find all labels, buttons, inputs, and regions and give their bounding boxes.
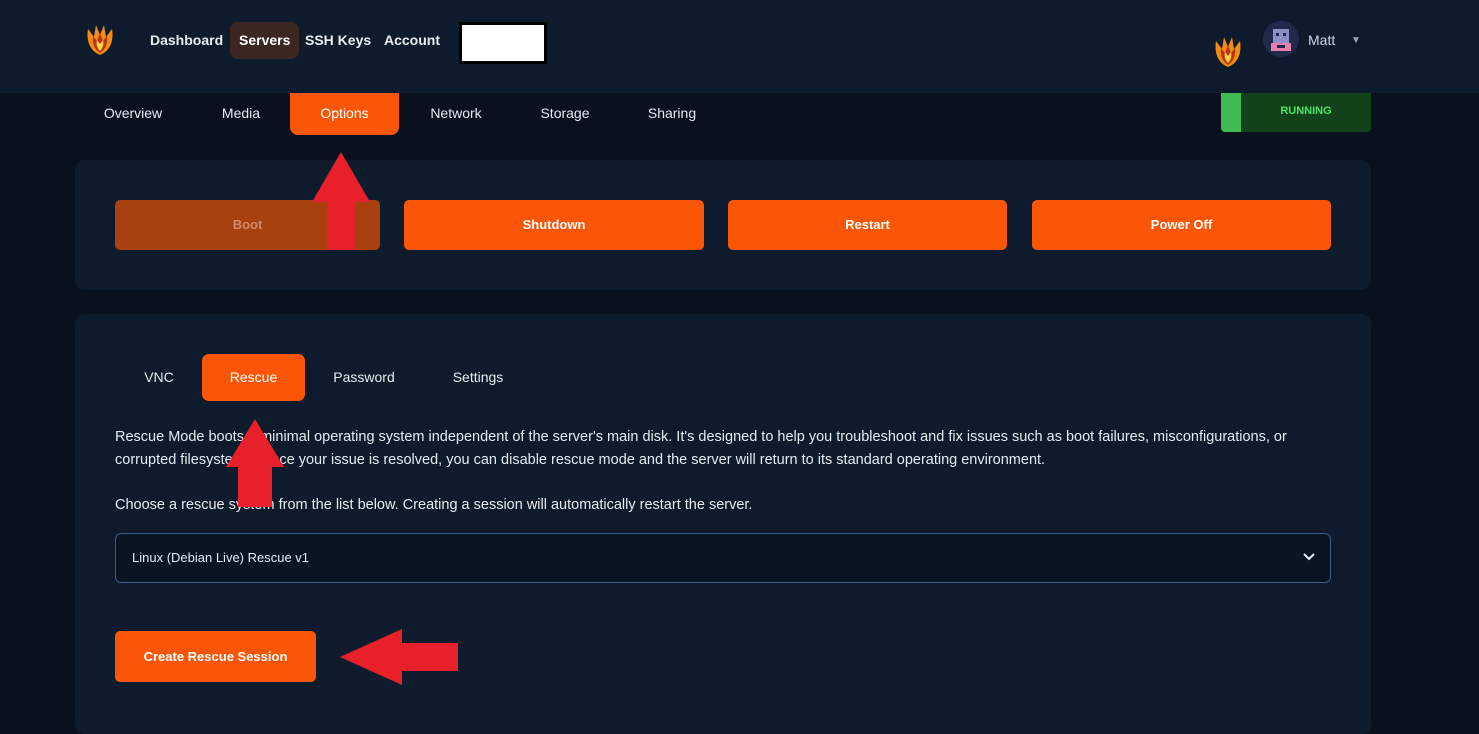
restart-button[interactable]: Restart (728, 200, 1007, 250)
nav-account[interactable]: Account (375, 22, 449, 59)
shutdown-button[interactable]: Shutdown (404, 200, 704, 250)
tab-media[interactable]: Media (210, 93, 272, 135)
user-name[interactable]: Matt (1308, 32, 1335, 48)
subtab-rescue[interactable]: Rescue (202, 354, 305, 401)
rescue-choose-text: Choose a rescue system from the list bel… (115, 497, 753, 513)
server-status-badge: RUNNING (1221, 93, 1371, 132)
chevron-down-icon (1303, 553, 1315, 561)
rescue-system-select[interactable]: Linux (Debian Live) Rescue v1 (115, 533, 1331, 583)
rescue-description-line-2: corrupted filesystems. Once your issue i… (115, 452, 1046, 468)
rescue-description-line-1: Rescue Mode boots a minimal operating sy… (115, 429, 1287, 445)
subtab-vnc[interactable]: VNC (128, 354, 190, 401)
tab-overview[interactable]: Overview (92, 93, 174, 135)
tab-options[interactable]: Options (290, 93, 399, 135)
pixel-avatar-icon (1263, 21, 1299, 57)
annotation-arrow-left-icon (340, 629, 458, 685)
subtab-settings[interactable]: Settings (440, 354, 516, 401)
nav-dashboard[interactable]: Dashboard (141, 22, 232, 59)
user-avatar[interactable] (1263, 21, 1299, 57)
tab-storage[interactable]: Storage (530, 93, 600, 135)
subtab-password[interactable]: Password (322, 354, 406, 401)
redacted-box (459, 22, 547, 64)
brand-logo-icon[interactable] (84, 21, 116, 57)
annotation-arrow-up-icon (226, 419, 284, 507)
nav-ssh-keys[interactable]: SSH Keys (296, 22, 380, 59)
user-menu-caret-icon[interactable]: ▼ (1351, 35, 1361, 46)
status-indicator-bar (1221, 93, 1241, 132)
create-rescue-session-button[interactable]: Create Rescue Session (115, 631, 316, 682)
tab-sharing[interactable]: Sharing (638, 93, 706, 135)
rescue-description: Rescue Mode boots a minimal operating sy… (115, 426, 1335, 472)
rescue-system-selected-value: Linux (Debian Live) Rescue v1 (132, 550, 310, 565)
power-off-button[interactable]: Power Off (1032, 200, 1331, 250)
brand-logo-small-icon (1215, 37, 1241, 67)
nav-servers[interactable]: Servers (230, 22, 300, 59)
annotation-arrow-up-icon (312, 152, 370, 250)
tab-network[interactable]: Network (418, 93, 494, 135)
top-navbar: Dashboard Servers SSH Keys Account Matt … (0, 0, 1479, 93)
status-label: RUNNING (1280, 105, 1332, 117)
